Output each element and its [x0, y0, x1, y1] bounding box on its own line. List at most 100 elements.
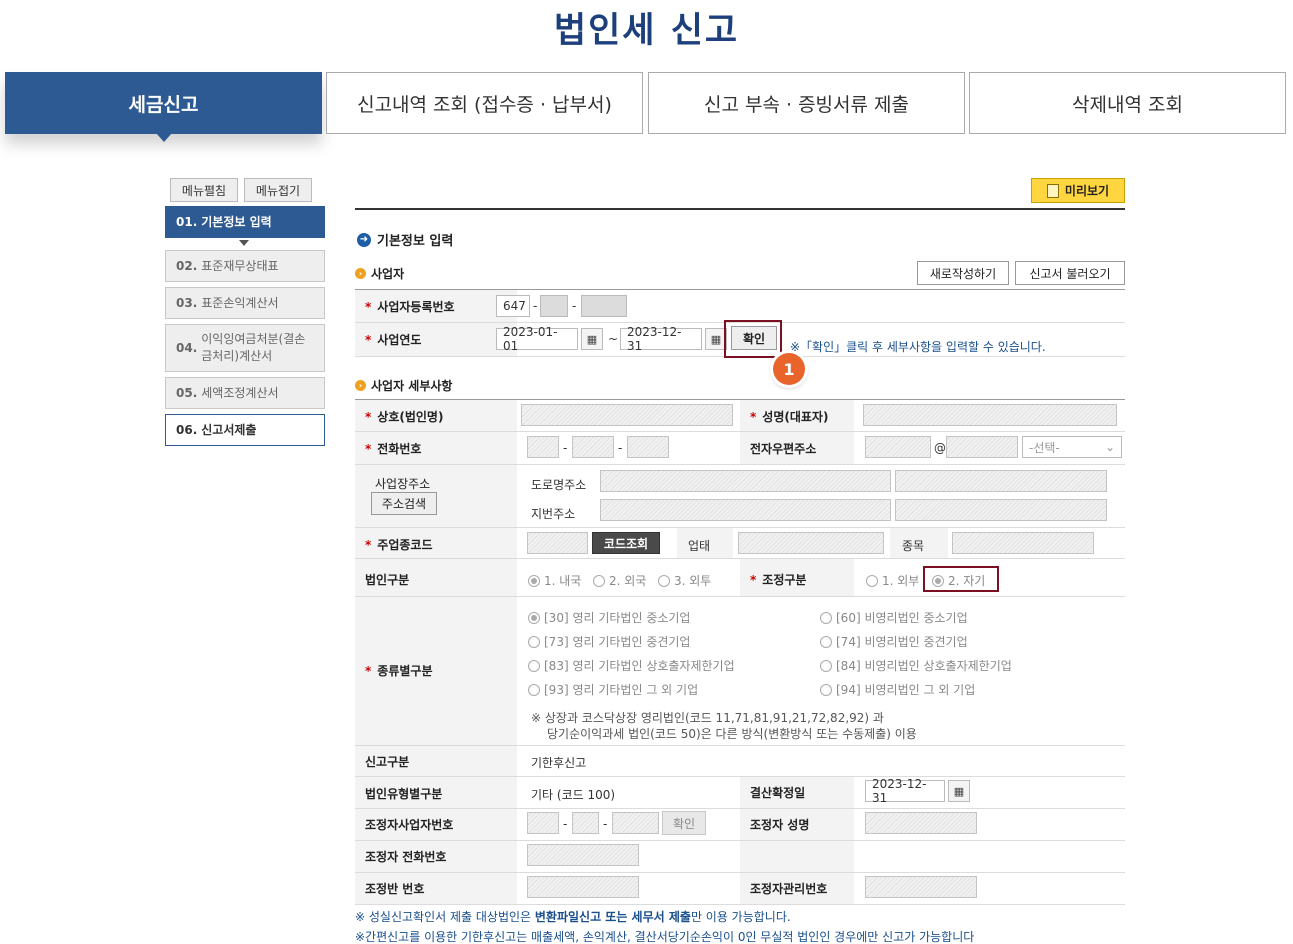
- phone-label: * 전화번호: [365, 442, 422, 456]
- category-30-radio[interactable]: [30] 영리 기타법인 중소기업: [528, 609, 690, 626]
- load-report-button[interactable]: 신고서 불러오기: [1015, 261, 1125, 285]
- adjust-type-label: * 조정구분: [750, 573, 807, 587]
- category-74-radio[interactable]: [74] 비영리법인 중견기업: [820, 633, 968, 650]
- business-type-field[interactable]: [738, 532, 884, 554]
- category-label: * 종류별구분: [365, 664, 433, 678]
- adjuster-brn-part1-field[interactable]: [527, 812, 559, 834]
- main-tabs: 세금신고 신고내역 조회 (접수증 · 납부서) 신고 부속 · 증빙서류 제출…: [5, 72, 1286, 134]
- adjuster-brn-part2-field[interactable]: [572, 812, 599, 834]
- page-title: 법인세 신고: [553, 11, 740, 51]
- adjuster-confirm-button[interactable]: 확인: [662, 811, 706, 835]
- brn-part2-field[interactable]: [540, 295, 568, 317]
- company-name-field[interactable]: [521, 404, 733, 426]
- top-divider: [355, 208, 1125, 210]
- settle-date-label: 결산확정일: [750, 786, 806, 800]
- corp-type-foreign-radio[interactable]: 2. 외국: [593, 572, 646, 589]
- category-60-radio[interactable]: [60] 비영리법인 중소기업: [820, 609, 968, 626]
- adjuster-mgmt-label: 조정자관리번호: [750, 882, 828, 896]
- business-subtitle: › 사업자: [355, 265, 404, 282]
- brn-part3-field[interactable]: [581, 295, 627, 317]
- lot-address-field[interactable]: [600, 499, 891, 521]
- adjust-team-label: 조정반 번호: [365, 882, 425, 896]
- lot-address-label: 지번주소: [531, 507, 576, 521]
- item-field[interactable]: [952, 532, 1094, 554]
- sidebar-item-basic-info[interactable]: 01. 기본정보 입력: [165, 206, 325, 238]
- corp-form-label: 법인유형별구분: [365, 787, 443, 801]
- arrow-right-icon: ➜: [357, 232, 371, 247]
- adjust-type-external-radio[interactable]: 1. 외부: [866, 572, 919, 589]
- phone-part2-field[interactable]: [572, 436, 614, 458]
- end-date-field[interactable]: 2023-12-31: [620, 325, 702, 353]
- industry-code-field[interactable]: [527, 532, 588, 554]
- email-domain-select[interactable]: -선택- ⌄: [1022, 436, 1122, 458]
- category-94-radio[interactable]: [94] 비영리법인 그 외 기업: [820, 681, 975, 698]
- brn-part1-field[interactable]: 647: [496, 295, 530, 317]
- category-note-2: 당기순이익과세 법인(코드 50)은 다른 방식(변환방식 또는 수동제출) 이…: [547, 727, 917, 741]
- section-title: ➜ 기본정보 입력: [357, 230, 453, 249]
- menu-collapse-button[interactable]: 메뉴접기: [244, 178, 312, 202]
- self-adjust-highlight: [923, 566, 999, 592]
- adjuster-phone-field[interactable]: [527, 844, 639, 866]
- sidebar-item-tax-adjustment[interactable]: 05. 세액조정계산서: [165, 377, 325, 409]
- report-type-label: 신고구분: [365, 755, 410, 769]
- category-73-radio[interactable]: [73] 영리 기타법인 중견기업: [528, 633, 690, 650]
- chevron-down-icon: ⌄: [1104, 440, 1115, 454]
- start-date-field[interactable]: 2023-01-01: [496, 325, 578, 353]
- tab-report-history[interactable]: 신고내역 조회 (접수증 · 납부서): [326, 72, 643, 134]
- item-label: 종목: [902, 539, 925, 553]
- road-address-label: 도로명주소: [531, 478, 587, 492]
- email-id-field[interactable]: [865, 436, 931, 458]
- step-arrow-icon: [239, 240, 249, 246]
- tab-deleted-history[interactable]: 삭제내역 조회: [969, 72, 1286, 134]
- address-search-button[interactable]: 주소검색: [371, 492, 437, 515]
- sidebar-item-retained-earnings[interactable]: 04. 이익잉여금처분(결손금처리)계산서: [165, 324, 325, 372]
- calendar-icon[interactable]: ▦: [948, 780, 970, 802]
- corp-type-label: 법인구분: [365, 573, 410, 587]
- adjuster-mgmt-field[interactable]: [865, 876, 977, 898]
- footer-note-1: ※ 성실신고확인서 제출 대상법인은 변환파일신고 또는 세무서 제출만 이용 …: [355, 910, 791, 924]
- bullet-arrow-icon: ›: [355, 380, 366, 391]
- industry-code-label: * 주업종코드: [365, 538, 433, 552]
- adjuster-brn-label: 조정자사업자번호: [365, 818, 454, 832]
- adjust-team-field[interactable]: [527, 876, 639, 898]
- tab-attachments[interactable]: 신고 부속 · 증빙서류 제출: [648, 72, 965, 134]
- sidebar-item-submit[interactable]: 06. 신고서제출: [165, 414, 325, 446]
- lot-address-detail-field[interactable]: [895, 499, 1107, 521]
- adjuster-name-field[interactable]: [865, 812, 977, 834]
- category-83-radio[interactable]: [83] 영리 기타법인 상호출자제한기업: [528, 657, 735, 674]
- adjuster-name-label: 조정자 성명: [750, 818, 810, 832]
- fiscal-year-label: * 사업연도: [365, 333, 422, 347]
- road-address-field[interactable]: [600, 470, 891, 492]
- menu-expand-button[interactable]: 메뉴펼침: [170, 178, 238, 202]
- code-lookup-button[interactable]: 코드조회: [592, 532, 660, 554]
- phone-part3-field[interactable]: [627, 436, 669, 458]
- category-note-1: ※ 상장과 코스닥상장 영리법인(코드 11,71,81,91,21,72,82…: [531, 711, 884, 725]
- new-write-button[interactable]: 새로작성하기: [917, 261, 1009, 285]
- confirm-highlight: [724, 320, 782, 358]
- phone-part1-field[interactable]: [527, 436, 559, 458]
- corp-type-domestic-radio[interactable]: 1. 내국: [528, 572, 581, 589]
- road-address-detail-field[interactable]: [895, 470, 1107, 492]
- business-type-label: 업태: [688, 539, 711, 553]
- sidebar-item-income-statement[interactable]: 03. 표준손익계산서: [165, 287, 325, 319]
- email-domain-field[interactable]: [946, 436, 1018, 458]
- ceo-field[interactable]: [863, 404, 1117, 426]
- email-label: 전자우편주소: [750, 442, 817, 456]
- active-tab-arrow-icon: [156, 133, 172, 142]
- address-label: 사업장주소: [375, 477, 431, 491]
- adjuster-phone-label: 조정자 전화번호: [365, 850, 447, 864]
- company-name-label: * 상호(법인명): [365, 410, 444, 424]
- calendar-icon[interactable]: ▦: [581, 328, 603, 350]
- details-subtitle: › 사업자 세부사항: [355, 377, 452, 394]
- adjuster-brn-part3-field[interactable]: [612, 812, 659, 834]
- tab-tax-report[interactable]: 세금신고: [5, 72, 322, 134]
- footer-note-2: ※간편신고를 이용한 기한후신고는 매출세액, 손익계산, 결산서당기순손익이 …: [355, 930, 975, 944]
- confirm-hint: ※「확인」클릭 후 세부사항을 입력할 수 있습니다.: [790, 340, 1046, 354]
- corp-type-foreign-invest-radio[interactable]: 3. 외투: [658, 572, 711, 589]
- preview-button[interactable]: 미리보기: [1031, 178, 1125, 203]
- category-93-radio[interactable]: [93] 영리 기타법인 그 외 기업: [528, 681, 698, 698]
- settle-date-field[interactable]: 2023-12-31: [865, 777, 945, 805]
- report-type-value: 기한후신고: [531, 756, 587, 770]
- sidebar-item-balance-sheet[interactable]: 02. 표준재무상태표: [165, 250, 325, 282]
- category-84-radio[interactable]: [84] 비영리법인 상호출자제한기업: [820, 657, 1012, 674]
